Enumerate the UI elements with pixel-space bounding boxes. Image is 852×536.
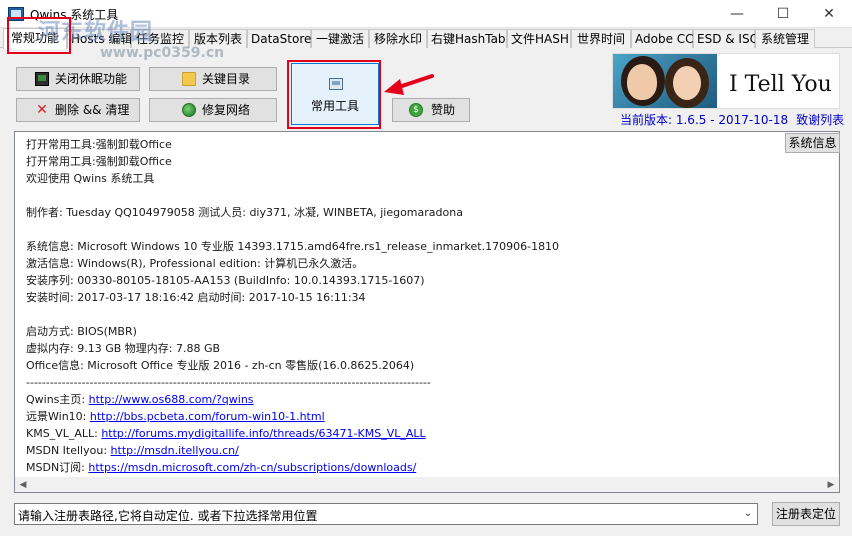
tab-esd-iso[interactable]: ESD & ISO	[693, 29, 759, 48]
maximize-button[interactable]: ☐	[760, 0, 806, 28]
vertical-scrollbar[interactable]: ▼	[838, 154, 839, 474]
log-link-line: MSDN Itellyou: http://msdn.itellyou.cn/	[26, 442, 559, 459]
sleep-off-button[interactable]: 关闭休眠功能	[16, 67, 140, 91]
minimize-button[interactable]: —	[714, 0, 760, 28]
chevron-down-icon[interactable]: ⌄	[739, 504, 757, 524]
folder-icon	[182, 72, 196, 86]
app-icon	[8, 7, 24, 21]
scroll-left-icon[interactable]: ◀	[15, 477, 31, 492]
log-link-line: MSDN订阅: https://msdn.microsoft.com/zh-cn…	[26, 459, 559, 476]
log-line: 欢迎使用 Qwins 系统工具	[26, 172, 155, 185]
title-bar: Qwins 系统工具 — ☐ ✕	[0, 0, 852, 28]
log-line: ----------------------------------------…	[26, 376, 431, 389]
tab-datastore[interactable]: DataStore	[247, 29, 311, 48]
tab-system-management[interactable]: 系统管理	[755, 29, 815, 48]
log-link-line: 远景Win10: http://bbs.pcbeta.com/forum-win…	[26, 408, 559, 425]
monitor-icon	[35, 72, 49, 86]
log-line: 打开常用工具:强制卸载Office	[26, 138, 172, 151]
key-dirs-label: 关键目录	[202, 72, 251, 86]
tab-adobe-cc[interactable]: Adobe CC	[631, 29, 694, 48]
delete-clean-label: 删除 && 清理	[55, 103, 130, 117]
brand-slogan: I Tell You	[729, 72, 832, 97]
horizontal-scrollbar[interactable]: ◀ ▶	[15, 477, 839, 492]
common-tools-label: 常用工具	[310, 99, 359, 113]
log-line: 系统信息: Microsoft Windows 10 专业版 14393.171…	[26, 240, 560, 253]
log-link-url[interactable]: https://msdn.microsoft.com/zh-cn/subscri…	[88, 461, 416, 474]
scroll-right-icon[interactable]: ▶	[823, 477, 839, 492]
log-link-url[interactable]: http://www.os688.com/?qwins	[89, 393, 254, 406]
log-output[interactable]: 打开常用工具:强制卸载Office 打开常用工具:强制卸载Office 欢迎使用 Q…	[14, 131, 840, 493]
log-line: 安装时间: 2017-03-17 18:16:42 启动时间: 2017-10-…	[26, 291, 366, 304]
annotation-arrow-icon	[384, 74, 434, 95]
log-line: Office信息: Microsoft Office 专业版 2016 - zh…	[26, 359, 415, 372]
log-link-label: MSDN订阅:	[26, 461, 89, 474]
log-line: 打开常用工具:强制卸载Office	[26, 155, 172, 168]
scroll-down-icon[interactable]: ▼	[838, 458, 839, 474]
log-link-label: MSDN Itellyou:	[26, 444, 111, 457]
repair-network-label: 修复网络	[202, 103, 251, 117]
donate-label: 赞助	[431, 103, 456, 117]
tab-version-list[interactable]: 版本列表	[189, 29, 247, 48]
log-lines: 打开常用工具:强制卸载Office 打开常用工具:强制卸载Office 欢迎使用 Q…	[26, 136, 559, 476]
log-link-label: Qwins主页:	[26, 393, 89, 406]
log-link-line: KMS_VL_ALL: http://forums.mydigitallife.…	[26, 425, 559, 442]
brand-banner: I Tell You	[612, 53, 840, 109]
tab-bar: 常规功能 Hosts 编辑 任务监控 版本列表 DataStore 一键激活 移…	[0, 28, 852, 49]
delete-x-icon: ✕	[36, 102, 48, 118]
globe-icon	[182, 103, 196, 117]
registry-locate-button[interactable]: 注册表定位	[772, 502, 840, 526]
brand-photo	[613, 54, 717, 108]
window-title: Qwins 系统工具	[30, 8, 119, 22]
log-link-url[interactable]: http://bbs.pcbeta.com/forum-win10-1.html	[90, 410, 325, 423]
close-button[interactable]: ✕	[806, 0, 852, 28]
log-line: 安装序列: 00330-80105-18105-AA153 (BuildInfo…	[26, 274, 425, 287]
log-line: 激活信息: Windows(R), Professional edition: …	[26, 257, 364, 270]
log-line: 虚拟内存: 9.13 GB 物理内存: 7.88 GB	[26, 342, 221, 355]
system-info-button[interactable]: 系统信息	[785, 133, 840, 153]
log-link-url[interactable]: http://forums.mydigitallife.info/threads…	[101, 427, 425, 440]
sleep-off-label: 关闭休眠功能	[55, 72, 128, 86]
donate-button[interactable]: $ 赞助	[392, 98, 470, 122]
key-dirs-button[interactable]: 关键目录	[149, 67, 277, 91]
tab-world-time[interactable]: 世界时间	[571, 29, 631, 48]
tab-hashtab[interactable]: 右键HashTab	[427, 29, 507, 48]
log-link-url[interactable]: http://msdn.itellyou.cn/	[111, 444, 239, 457]
common-tools-button[interactable]: 常用工具	[291, 63, 379, 125]
log-link-label: KMS_VL_ALL:	[26, 427, 102, 440]
version-text: 当前版本: 1.6.5 - 2017-10-18	[620, 113, 789, 127]
tab-general[interactable]: 常规功能	[3, 28, 67, 49]
tab-remove-watermark[interactable]: 移除水印	[369, 29, 427, 48]
tab-file-hash[interactable]: 文件HASH	[507, 29, 571, 48]
tab-one-click-activate[interactable]: 一键激活	[311, 29, 369, 48]
log-line: 制作者: Tuesday QQ104979058 测试人员: diy371, 冰…	[26, 206, 463, 219]
version-info: 当前版本: 1.6.5 - 2017-10-18 致谢列表	[620, 111, 844, 128]
tab-hosts-edit[interactable]: Hosts 编辑	[67, 29, 132, 48]
window-icon	[329, 78, 343, 90]
coin-icon: $	[409, 103, 423, 117]
thanks-link[interactable]: 致谢列表	[796, 113, 844, 127]
delete-clean-button[interactable]: ✕ 删除 && 清理	[16, 98, 140, 122]
repair-network-button[interactable]: 修复网络	[149, 98, 277, 122]
log-link-line: Qwins主页: http://www.os688.com/?qwins	[26, 391, 559, 408]
tab-task-monitor[interactable]: 任务监控	[131, 29, 189, 48]
registry-path-value: 请输入注册表路径,它将自动定位. 或者下拉选择常用位置	[18, 509, 318, 523]
registry-path-combobox[interactable]: 请输入注册表路径,它将自动定位. 或者下拉选择常用位置 ⌄	[14, 503, 758, 525]
log-line: 启动方式: BIOS(MBR)	[26, 325, 137, 338]
log-link-label: 远景Win10:	[26, 410, 90, 423]
